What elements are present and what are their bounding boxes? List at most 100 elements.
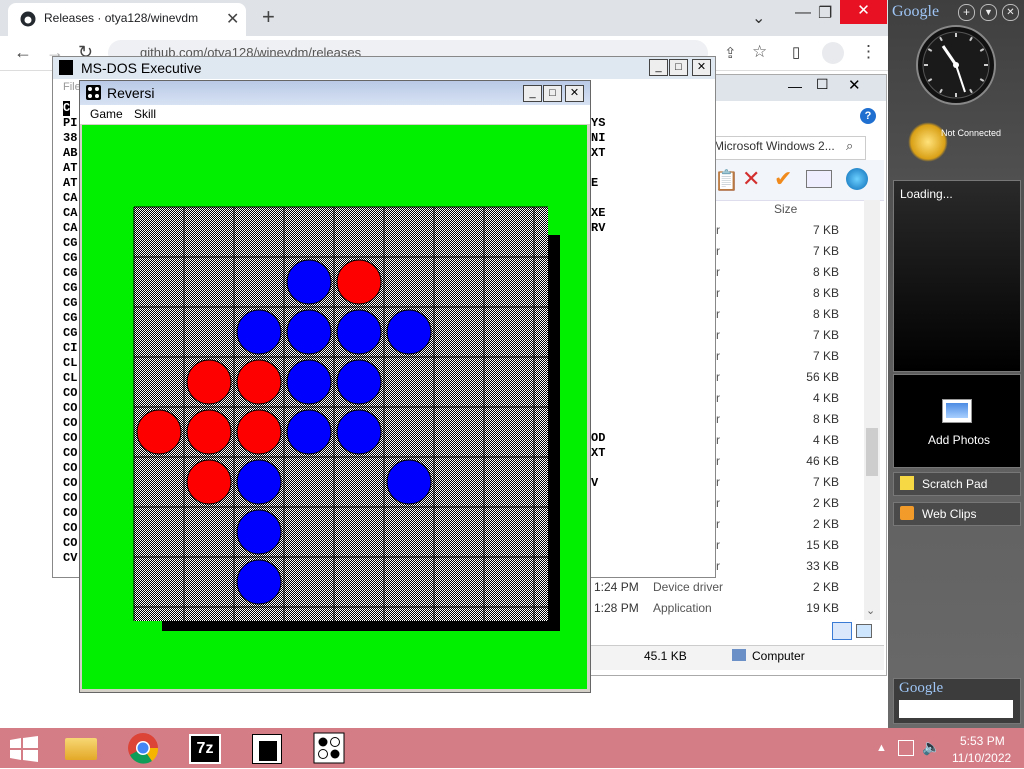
msdos-file-entry[interactable]: CO (63, 536, 77, 551)
msdos-file-entry[interactable]: CL (63, 371, 77, 386)
reversi-board[interactable] (82, 125, 587, 689)
gadget-menu-button[interactable]: ▼ (980, 4, 997, 21)
msdos-file-entry[interactable]: CO (63, 491, 77, 506)
web-clips-gadget[interactable]: Web Clips (893, 502, 1021, 526)
size-column-header[interactable]: Size (774, 202, 797, 216)
clock-date[interactable]: 11/10/2022 (952, 751, 1011, 765)
menu-kebab-icon[interactable]: ⋮ (860, 42, 877, 62)
globe-icon[interactable] (846, 168, 868, 190)
msdos-file-entry[interactable]: AT (63, 161, 77, 176)
reversi-close-button[interactable]: ✕ (565, 85, 584, 102)
msdos-file-entry[interactable]: CG (63, 296, 77, 311)
msdos-file-entry[interactable]: RV (591, 221, 605, 236)
menu-skill[interactable]: Skill (134, 107, 156, 121)
scratch-pad-gadget[interactable]: Scratch Pad (893, 472, 1021, 496)
msdos-file-entry[interactable]: CO (63, 461, 77, 476)
msdos-file-entry[interactable]: 38 (63, 131, 77, 146)
msdos-minimize-button[interactable]: _ (649, 59, 668, 76)
chrome-taskbar-button[interactable] (122, 730, 164, 766)
google-search-input[interactable] (899, 700, 1013, 718)
tray-chevron-icon[interactable]: ▲ (876, 742, 887, 754)
restore-icon[interactable]: ❐ (818, 3, 832, 23)
msdos-file-entry[interactable]: CG (63, 326, 77, 341)
file-explorer-taskbar-button[interactable] (60, 730, 102, 766)
start-button-icon[interactable] (10, 736, 38, 762)
delete-icon[interactable]: ✕ (742, 166, 760, 192)
msdos-file-entry[interactable]: XT (591, 146, 605, 161)
help-icon[interactable]: ? (860, 108, 876, 124)
menu-game[interactable]: Game (90, 107, 123, 121)
msdos-file-entry[interactable]: E (591, 176, 598, 191)
msdos-file-entry[interactable]: CG (63, 311, 77, 326)
msdos-file-entry[interactable]: CA (63, 221, 77, 236)
msdos-file-entry[interactable]: PI (63, 116, 77, 131)
clipboard-icon[interactable]: 📋 (714, 168, 739, 193)
search-icon[interactable]: ⌕ (846, 138, 853, 154)
details-view-icon[interactable] (832, 622, 852, 640)
msdos-file-entry[interactable]: CI (63, 341, 77, 356)
minimize-icon[interactable]: — (795, 4, 811, 22)
msdos-maximize-button[interactable]: □ (669, 59, 688, 76)
msdos-file-entry[interactable]: YS (591, 116, 605, 131)
share-icon[interactable]: ⇪ (724, 44, 737, 62)
msdos-file-entry[interactable]: C (63, 101, 71, 116)
msdos-file-entry[interactable]: CO (63, 446, 77, 461)
preview-view-icon[interactable] (856, 624, 872, 638)
msdos-file-entry[interactable]: CO (63, 386, 77, 401)
properties-icon[interactable] (806, 170, 832, 188)
msdos-close-button[interactable]: ✕ (692, 59, 711, 76)
7zip-taskbar-button[interactable]: 7z (184, 730, 226, 766)
checkmark-icon[interactable]: ✔ (774, 166, 792, 192)
msdos-system-menu-icon[interactable] (59, 60, 73, 75)
msdos-file-entry[interactable]: CG (63, 236, 77, 251)
browser-tab[interactable]: Releases · otya128/winevdm ✕ (8, 3, 246, 36)
explorer-maximize-icon[interactable]: ☐ (816, 76, 829, 93)
profile-avatar[interactable] (822, 42, 844, 64)
explorer-close-icon[interactable]: ✕ (848, 76, 861, 94)
explorer-scrollbar[interactable] (864, 200, 880, 620)
msdos-file-entry[interactable]: CO (63, 401, 77, 416)
msdos-file-entry[interactable]: CG (63, 251, 77, 266)
clock-time[interactable]: 5:53 PM (960, 734, 1005, 748)
network-icon[interactable] (898, 740, 914, 756)
reversi-maximize-button[interactable]: □ (543, 85, 562, 102)
msdos-taskbar-button[interactable] (246, 730, 288, 766)
msdos-file-entry[interactable]: CG (63, 281, 77, 296)
msdos-file-entry[interactable]: CO (63, 476, 77, 491)
msdos-file-entry[interactable]: V (591, 476, 598, 491)
gadget-close-button[interactable]: ✕ (1002, 4, 1019, 21)
msdos-file-entry[interactable]: XT (591, 446, 605, 461)
new-tab-button[interactable]: + (262, 4, 275, 30)
status-size: 45.1 KB (644, 649, 687, 663)
msdos-file-entry[interactable]: NI (591, 131, 605, 146)
msdos-file-entry[interactable]: CL (63, 356, 77, 371)
msdos-file-entry[interactable]: XE (591, 206, 605, 221)
msdos-file-entry[interactable]: CA (63, 191, 77, 206)
msdos-file-entry[interactable]: CO (63, 506, 77, 521)
msdos-file-entry[interactable]: AT (63, 176, 77, 191)
msdos-file-entry[interactable]: CO (63, 521, 77, 536)
back-arrow-icon[interactable]: ← (14, 42, 32, 63)
explorer-minimize-icon[interactable]: — (788, 78, 802, 94)
scroll-down-icon[interactable]: ⌄ (866, 604, 875, 617)
msdos-file-entry[interactable]: OD (591, 431, 605, 446)
close-window-button[interactable]: ✕ (840, 0, 887, 24)
add-photos-label[interactable]: Add Photos (928, 433, 990, 447)
side-panel-icon[interactable]: ▯ (792, 43, 800, 61)
reversi-minimize-button[interactable]: _ (523, 85, 542, 102)
msdos-file-entry[interactable]: CG (63, 266, 77, 281)
msdos-file-entry[interactable]: CA (63, 206, 77, 221)
msdos-file-entry[interactable]: CV (63, 551, 77, 566)
scrollbar-thumb[interactable] (866, 428, 878, 476)
volume-icon[interactable]: 🔈 (922, 738, 941, 756)
reversi-taskbar-button[interactable] (308, 730, 350, 766)
bookmark-star-icon[interactable]: ☆ (752, 42, 767, 62)
msdos-file-entry[interactable]: CO (63, 431, 77, 446)
msdos-file-entry[interactable]: AB (63, 146, 77, 161)
reversi-system-menu-icon[interactable] (86, 85, 101, 100)
tab-close-icon[interactable]: ✕ (226, 9, 239, 29)
slideshow-gadget[interactable]: Add Photos (893, 374, 1021, 468)
chevron-down-icon[interactable]: ⌄ (752, 8, 765, 28)
add-gadget-button[interactable]: + (958, 4, 975, 21)
msdos-file-entry[interactable]: CO (63, 416, 77, 431)
